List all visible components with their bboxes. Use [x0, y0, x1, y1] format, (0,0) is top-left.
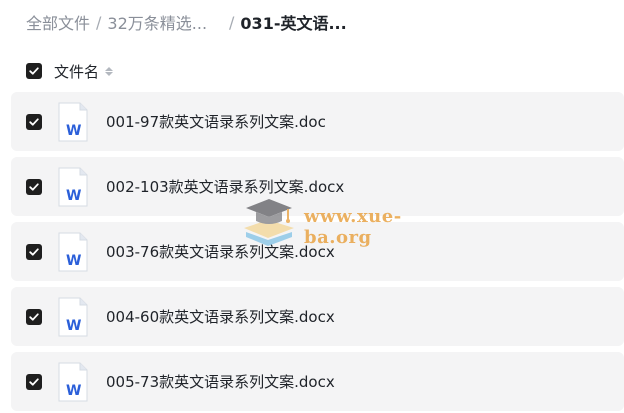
file-row[interactable]: W 004-60款英文语录系列文案.docx [11, 287, 624, 346]
breadcrumb-separator: / [229, 12, 235, 32]
breadcrumb: 全部文件 / 32万条精选... / 031-英文语... [26, 10, 347, 34]
file-name[interactable]: 002-103款英文语录系列文案.docx [106, 176, 344, 197]
breadcrumb-separator: / [96, 12, 102, 32]
breadcrumb-current-folder: 031-英文语... [240, 14, 347, 33]
sort-icon[interactable] [105, 66, 114, 76]
svg-text:W: W [66, 253, 81, 269]
file-row[interactable]: W 001-97款英文语录系列文案.doc [11, 92, 624, 151]
select-all-checkbox[interactable] [26, 63, 42, 79]
svg-text:W: W [66, 318, 81, 334]
row-checkbox[interactable] [26, 178, 42, 195]
file-list-header: 文件名 [26, 60, 114, 82]
column-header-filename[interactable]: 文件名 [54, 61, 99, 82]
svg-text:W: W [66, 383, 81, 399]
word-file-icon: W [57, 167, 89, 207]
file-name[interactable]: 003-76款英文语录系列文案.docx [106, 241, 335, 262]
file-name[interactable]: 001-97款英文语录系列文案.doc [106, 111, 326, 132]
word-file-icon: W [57, 297, 89, 337]
file-row[interactable]: W 002-103款英文语录系列文案.docx [11, 157, 624, 216]
row-checkbox[interactable] [26, 308, 42, 325]
svg-text:W: W [66, 188, 81, 204]
check-icon [29, 377, 39, 386]
svg-text:W: W [66, 123, 81, 139]
check-icon [29, 312, 39, 321]
check-icon [29, 247, 39, 256]
breadcrumb-folder[interactable]: 32万条精选... [107, 10, 207, 34]
word-file-icon: W [57, 232, 89, 272]
file-name[interactable]: 005-73款英文语录系列文案.docx [106, 371, 335, 392]
word-file-icon: W [57, 102, 89, 142]
check-icon [29, 182, 39, 191]
check-icon [29, 67, 39, 75]
breadcrumb-all-files[interactable]: 全部文件 [26, 10, 90, 34]
word-file-icon: W [57, 362, 89, 402]
row-checkbox[interactable] [26, 113, 42, 130]
file-name[interactable]: 004-60款英文语录系列文案.docx [106, 306, 335, 327]
check-icon [29, 117, 39, 126]
row-checkbox[interactable] [26, 373, 42, 390]
file-row[interactable]: W 005-73款英文语录系列文案.docx [11, 352, 624, 411]
row-checkbox[interactable] [26, 243, 42, 260]
file-row[interactable]: W 003-76款英文语录系列文案.docx [11, 222, 624, 281]
